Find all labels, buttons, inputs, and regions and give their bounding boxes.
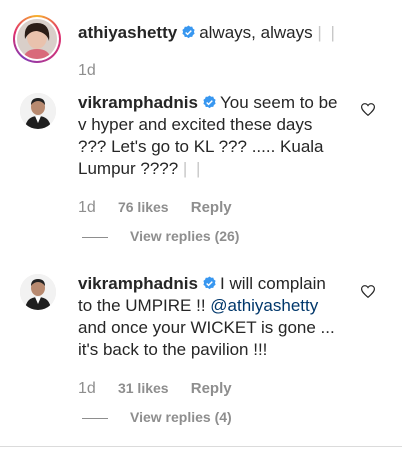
comment-timestamp: 1d (78, 199, 96, 216)
view-replies-button[interactable]: View replies (4) (82, 409, 232, 425)
avatar[interactable] (20, 274, 56, 310)
avatar[interactable] (20, 93, 56, 129)
comment-username[interactable]: athiyashetty (78, 23, 177, 42)
divider (82, 236, 108, 238)
comment-text: always, always (199, 23, 313, 42)
text-cursor: | | (317, 23, 337, 42)
view-replies-button[interactable]: View replies (26) (82, 228, 239, 244)
verified-badge-icon (202, 276, 217, 291)
comment-username[interactable]: vikramphadnis (78, 274, 198, 293)
verified-badge-icon (181, 25, 196, 40)
comment-text-line: to the UMPIRE !! (78, 296, 211, 315)
comment-text-line: it's back to the pavilion !!! (78, 340, 268, 359)
comment-text-line: I will complain (220, 274, 326, 293)
story-ring[interactable] (13, 15, 61, 63)
divider (82, 417, 108, 419)
avatar[interactable] (17, 19, 57, 59)
comment-timestamp: 1d (78, 380, 96, 397)
heart-icon[interactable] (361, 285, 375, 298)
reply-button[interactable]: Reply (191, 380, 232, 397)
comment-text-line: You seem to be (220, 93, 338, 112)
verified-badge-icon (202, 95, 217, 110)
comment-timestamp: 1d (78, 62, 96, 79)
comment-text-line: v hyper and excited these days (78, 115, 313, 134)
mention-link[interactable]: @athiyashetty (210, 296, 318, 315)
comment-text-line: Lumpur ???? (78, 159, 179, 178)
divider (0, 446, 402, 447)
comment-text-line: ??? Let's go to KL ??? ..... Kuala (78, 137, 324, 156)
comment-text-line: and once your WICKET is gone ... (78, 318, 335, 337)
heart-icon[interactable] (361, 103, 375, 116)
reply-button[interactable]: Reply (191, 199, 232, 216)
likes-count[interactable]: 31 likes (118, 380, 169, 396)
comment-username[interactable]: vikramphadnis (78, 93, 198, 112)
text-cursor: | | (182, 159, 203, 178)
likes-count[interactable]: 76 likes (118, 199, 169, 215)
